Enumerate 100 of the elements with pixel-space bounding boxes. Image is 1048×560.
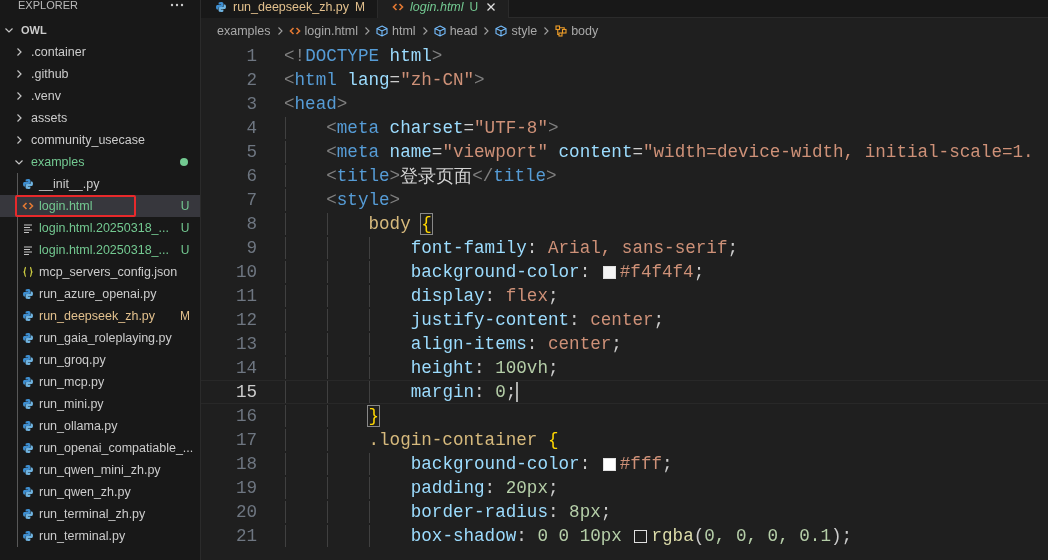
chevron-right-icon[interactable] (14, 47, 24, 57)
python-icon (22, 530, 34, 542)
breadcrumb-item[interactable]: body (555, 24, 599, 38)
file-name: examples (31, 155, 86, 169)
workspace-name: OWL (21, 24, 47, 36)
line-number: 6 (245, 166, 258, 186)
tab-label: run_deepseek_zh.py (233, 0, 350, 14)
tree-item[interactable]: .github (0, 63, 200, 85)
tree-item[interactable]: login.html.20250318_... U (0, 239, 200, 261)
code-token: 登录页面 (400, 166, 473, 188)
tree-item[interactable]: run_qwen_zh.py (0, 481, 200, 503)
tree-item[interactable]: login.html.20250318_... U (0, 217, 200, 239)
file-name: community_usecase (31, 133, 146, 147)
curly-braces-icon (22, 266, 34, 278)
code-token: html (294, 70, 338, 90)
tree-item[interactable]: .container (0, 41, 200, 63)
breadcrumb-item[interactable]: html (376, 24, 416, 38)
tree-item[interactable]: run_terminal_zh.py (0, 503, 200, 525)
tree-item[interactable]: examples (0, 151, 200, 173)
python-icon (22, 332, 34, 344)
line-number: 12 (234, 310, 258, 330)
breadcrumb-item[interactable]: examples (217, 24, 271, 38)
color-swatch-icon[interactable] (634, 529, 648, 543)
code-token: > (546, 166, 557, 186)
tree-item[interactable]: run_mini.py (0, 393, 200, 415)
code-token: title (493, 166, 547, 186)
cube-icon (495, 25, 508, 37)
chevron-right-icon[interactable] (14, 135, 24, 145)
code-token: : (547, 502, 560, 522)
line-number: 16 (234, 406, 258, 426)
code-token: align-items (410, 334, 527, 354)
chevron-right-icon[interactable] (14, 69, 24, 79)
code-token: : (484, 286, 497, 306)
python-icon (22, 464, 34, 476)
tree-item[interactable]: .venv (0, 85, 200, 107)
more-icon[interactable] (170, 3, 184, 7)
breadcrumb-item[interactable]: head (433, 24, 478, 38)
line-number: 18 (234, 454, 258, 474)
code-token: = (431, 142, 443, 162)
code-token: "zh-CN" (400, 70, 475, 90)
code-token: head (294, 94, 337, 114)
file-name: run_terminal.py (39, 529, 127, 543)
color-swatch-icon[interactable] (602, 457, 616, 471)
editor-tab[interactable]: login.html U (378, 0, 510, 18)
tree-item[interactable]: assets (0, 107, 200, 129)
chevron-right-icon (362, 26, 372, 36)
tree-item[interactable]: run_groq.py (0, 349, 200, 371)
code-token: box-shadow (410, 526, 517, 546)
tree-item[interactable]: run_gaia_roleplaying.py (0, 327, 200, 349)
breadcrumb-item[interactable]: style (495, 24, 538, 38)
code-token: : (526, 334, 539, 354)
code-token: > (389, 190, 401, 210)
python-icon (22, 178, 34, 190)
code-brackets-icon (288, 25, 301, 37)
code-token: 100vh (495, 358, 548, 378)
git-status-label: U (180, 221, 190, 235)
code-token: charset (389, 118, 464, 138)
color-swatch-icon[interactable] (602, 265, 616, 279)
code-token: ; (547, 286, 559, 306)
code-token: background-color (410, 262, 580, 282)
code-token: : (474, 382, 486, 402)
tree-item[interactable]: run_openai_compatiable_... (0, 437, 200, 459)
tree-item[interactable]: run_azure_openai.py (0, 283, 200, 305)
tree-item[interactable]: mcp_servers_config.json (0, 261, 200, 283)
code-token: : (579, 262, 592, 282)
chevron-right-icon[interactable] (14, 113, 24, 123)
tree-item[interactable]: run_terminal.py (0, 525, 200, 547)
chevron-down-icon[interactable] (4, 25, 14, 35)
tree-item[interactable]: run_ollama.py (0, 415, 200, 437)
line-number: 4 (245, 118, 258, 138)
tree-item[interactable]: run_mcp.py (0, 371, 200, 393)
chevron-down-icon[interactable] (14, 157, 24, 167)
file-name: .container (31, 45, 87, 59)
file-name: login.html (39, 199, 94, 213)
code-token: ; (653, 310, 665, 330)
code-token: display (410, 286, 485, 306)
code-token: < (326, 166, 337, 186)
code-token: center (590, 310, 654, 330)
breadcrumb-item[interactable]: login.html (288, 24, 358, 38)
tree-item[interactable]: run_qwen_mini_zh.py (0, 459, 200, 481)
code-token: 0 (495, 382, 506, 402)
tree-item[interactable]: community_usecase (0, 129, 200, 151)
tree-item[interactable]: __init__.py (0, 173, 200, 195)
code-token: ; (548, 358, 559, 378)
tree-item[interactable]: run_deepseek_zh.py M (0, 305, 200, 327)
python-icon (22, 310, 34, 322)
line-number: 2 (245, 70, 258, 90)
code-token: border-radius (410, 502, 548, 522)
code-token: < (326, 142, 337, 162)
chevron-right-icon[interactable] (14, 91, 24, 101)
code-token: meta (336, 118, 381, 138)
git-status-label: M (180, 309, 190, 323)
code-token: justify-content (410, 310, 570, 330)
text-lines-icon (22, 244, 34, 256)
code-token: style (336, 190, 390, 210)
close-icon[interactable] (486, 2, 497, 12)
tree-item[interactable]: login.html U (0, 195, 200, 217)
code-token: "UTF-8" (474, 118, 548, 138)
tree-item[interactable]: OWL (0, 19, 200, 41)
code-token: 8px (569, 502, 601, 522)
